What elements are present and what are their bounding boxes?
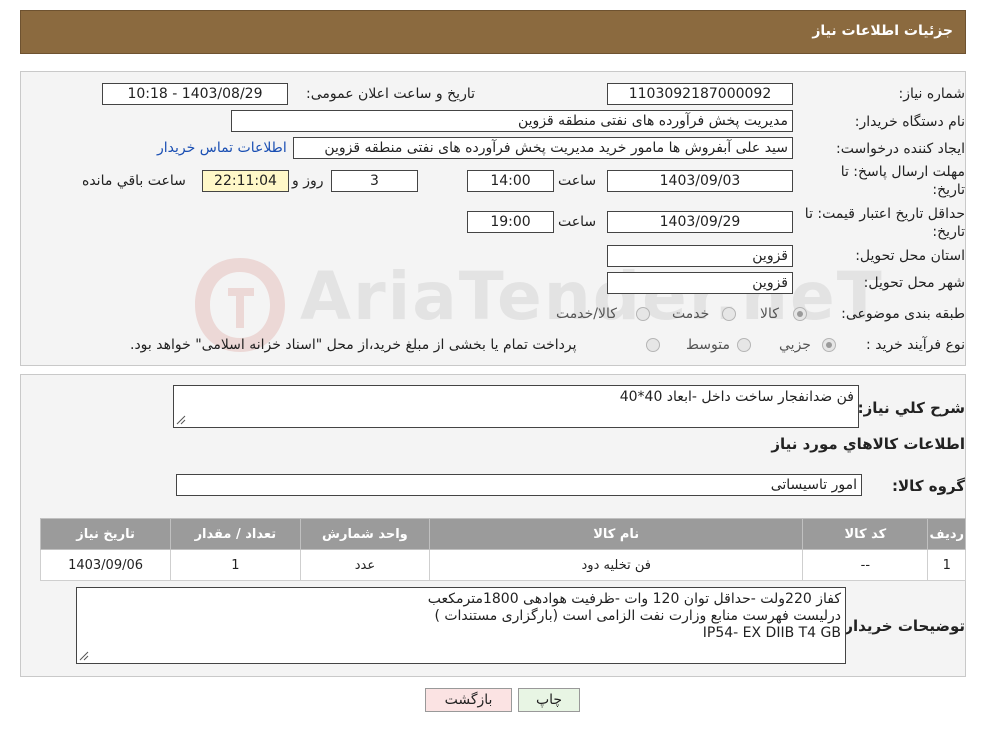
category-radio-service[interactable] [722,307,736,321]
page-title: جزئیات اطلاعات نیاز [812,23,953,39]
need-number-label: شماره نیاز: [898,86,966,102]
cell-need-date: 1403/09/06 [39,549,172,581]
buyer-note-line: کفاز 220ولت -حداقل توان 120 وات -ظرفیت ه… [427,591,841,607]
city-label: شهر محل تحویل: [863,275,965,291]
city-field: قزوین [607,272,793,294]
goods-table-header: ردیف کد کالا نام کالا واحد شمارش تعداد /… [39,518,966,550]
goods-info-title: اطلاعات کالاهاي مورد نياز [771,435,965,453]
creator-field: سید علی آبفروش ها مامور خرید مدیریت پخش … [293,137,793,159]
col-need-date: تاریخ نیاز [39,518,172,550]
summary-field: فن ضدانفجار ساخت داخل -ابعاد 40*40 [173,385,859,428]
col-row: ردیف [927,518,966,550]
category-label: طبقه بندی موضوعی: [841,306,965,322]
goods-group-field: امور تاسیساتی [176,474,862,496]
buyer-contact-link[interactable]: اطلاعات تماس خریدار [157,140,287,156]
back-button[interactable]: بازگشت [425,688,512,712]
cell-row: 1 [927,549,966,581]
cell-unit: عدد [299,549,431,581]
summary-text: فن ضدانفجار ساخت داخل -ابعاد 40*40 [619,389,854,405]
announce-datetime-field: 1403/08/29 - 10:18 [102,83,288,105]
category-radio-goods[interactable] [793,307,807,321]
process-option-minor: جزیي [779,337,811,353]
cell-name: فن تخلیه دود [429,549,804,581]
category-option-goods-service: کالا/خدمت [556,306,617,322]
deadline-time-label: ساعت [558,173,597,189]
buyer-org-label: نام دستگاه خریدار: [854,114,965,130]
process-treasury-note: پرداخت تمام یا بخشی از مبلغ خرید،از محل … [130,337,577,353]
category-option-service: خدمت [672,306,710,322]
buyer-notes-label: توضیحات خریدار: [838,617,965,635]
process-radio-minor[interactable] [822,338,836,352]
process-radio-medium[interactable] [737,338,751,352]
deadline-label-date: تاریخ: [932,182,965,198]
province-field: قزوین [607,245,793,267]
col-name: نام کالا [429,518,804,550]
deadline-label: مهلت ارسال پاسخ: تا [840,164,965,180]
remaining-days-field: 3 [331,170,418,192]
deadline-date-field: 1403/09/03 [607,170,793,192]
page-header: جزئیات اطلاعات نیاز [20,10,966,54]
process-type-label: نوع فرآیند خرید : [866,337,965,353]
col-unit: واحد شمارش [299,518,431,550]
goods-table: ردیف کد کالا نام کالا واحد شمارش تعداد /… [39,518,966,581]
validity-time-field: 19:00 [467,211,554,233]
goods-group-label: گروه کالا: [892,477,965,495]
process-option-medium: متوسط [686,337,730,353]
resize-grip-icon[interactable] [79,651,89,661]
buyer-org-field: مدیریت پخش فرآورده های نفتی منطقه قزوین [231,110,793,132]
remaining-label: ساعت باقي مانده [82,173,186,189]
resize-grip-icon[interactable] [176,415,186,425]
validity-date-field: 1403/09/29 [607,211,793,233]
announce-datetime-label: تاریخ و ساعت اعلان عمومی: [306,86,475,102]
need-number-field: 1103092187000092 [607,83,793,105]
days-label: روز و [292,173,324,189]
category-radio-goods-service[interactable] [636,307,650,321]
validity-label-date: تاریخ: [932,224,965,240]
summary-label: شرح کلي نياز: [857,399,965,417]
buyer-note-line: درلیست فهرست منابع وزارت نفت الزامی است … [434,608,841,624]
col-code: کد کالا [802,518,929,550]
buyer-notes-field: کفاز 220ولت -حداقل توان 120 وات -ظرفیت ه… [76,587,846,664]
table-row: 1 -- فن تخلیه دود عدد 1 1403/09/06 [39,549,966,581]
province-label: استان محل تحویل: [855,248,965,264]
buyer-note-line: IP54- EX DIIB T4 GB [702,625,841,641]
validity-time-label: ساعت [558,214,597,230]
creator-label: ایجاد کننده درخواست: [836,141,965,157]
category-option-goods: کالا [760,306,779,322]
print-button[interactable]: چاپ [518,688,580,712]
cell-code: -- [802,549,929,581]
cell-quantity: 1 [170,549,301,581]
col-quantity: تعداد / مقدار [170,518,301,550]
validity-label: حداقل تاریخ اعتبار قیمت: تا [804,206,965,222]
remaining-time-field: 22:11:04 [202,170,289,192]
deadline-time-field: 14:00 [467,170,554,192]
process-radio-treasury[interactable] [646,338,660,352]
